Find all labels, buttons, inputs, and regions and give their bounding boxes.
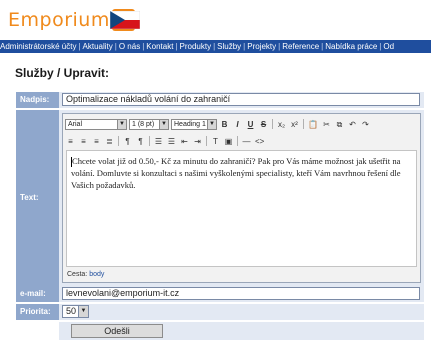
nadpis-row: Optimalizace nákladů volání do zahraničí [59,92,424,108]
font-size-select[interactable]: 1 (8 pt) ▼ [129,118,169,130]
align-left-icon[interactable]: ≡ [65,136,76,147]
bold-icon[interactable]: B [219,119,230,130]
subscript-icon[interactable]: x₂ [276,119,287,130]
nav-item-aktuality[interactable]: Aktuality [83,42,113,51]
indent-icon[interactable]: ⇥ [192,136,203,147]
align-center-icon[interactable]: ≡ [78,136,89,147]
font-size-value: 1 (8 pt) [132,120,155,128]
text-label: Text: [16,110,59,286]
nadpis-label: Nadpis: [16,92,59,108]
priorita-value: 50 [66,306,77,316]
priorita-row: 50 ▼ [59,304,424,320]
header: Emporium IT [0,0,431,40]
editor-content[interactable]: Chcete volat již od 0.50,- Kč za minutu … [66,150,417,267]
submit-row: Odešli [59,322,424,340]
email-label: e-mail: [16,286,59,302]
format-select[interactable]: Heading 1 ▼ [171,118,217,130]
underline-icon[interactable]: U [245,119,256,130]
source-code-icon[interactable]: <> [254,136,265,147]
redo-icon[interactable]: ↷ [360,119,371,130]
editor-text: Chcete volat již od 0.50,- Kč za minutu … [71,156,401,191]
nav-item-nabidka-prace[interactable]: Nabídka práce [325,42,377,51]
nav-item-admin[interactable]: Administrátorské účty [0,42,76,51]
strikethrough-icon[interactable]: S [258,119,269,130]
background-color-icon[interactable]: ▣ [223,136,234,147]
text-row: Arial ▼ 1 (8 pt) ▼ Heading 1 ▼ B I U S x… [59,110,424,286]
submit-button[interactable]: Odešli [71,324,163,338]
justify-icon[interactable]: ≣ [104,136,115,147]
nav-item-kontakt[interactable]: Kontakt [146,42,173,51]
path-body-link[interactable]: body [89,271,104,278]
chevron-down-icon: ▼ [207,119,216,129]
toolbar-separator [206,136,207,146]
toolbar-separator [237,136,238,146]
toolbar-separator [272,119,273,129]
horizontal-rule-icon[interactable]: — [241,136,252,147]
chevron-down-icon: ▼ [159,119,168,129]
nadpis-input[interactable]: Optimalizace nákladů volání do zahraničí [62,93,420,106]
czech-flag-icon[interactable] [110,11,140,29]
page-title: Služby / Upravit: [15,66,110,80]
toolbar-separator [303,119,304,129]
nav-item-sluzby[interactable]: Služby [217,42,241,51]
undo-icon[interactable]: ↶ [347,119,358,130]
priorita-select[interactable]: 50 ▼ [62,305,89,318]
ltr-icon[interactable]: ¶ [122,136,133,147]
nav-item-projekty[interactable]: Projekty [247,42,276,51]
unordered-list-icon[interactable]: ☰ [166,136,177,147]
logo-text: Emporium [8,9,110,31]
chevron-down-icon: ▼ [78,306,88,317]
editor-toolbar-row-1: Arial ▼ 1 (8 pt) ▼ Heading 1 ▼ B I U S x… [65,117,371,131]
rich-text-editor: Arial ▼ 1 (8 pt) ▼ Heading 1 ▼ B I U S x… [62,113,421,283]
paste-icon[interactable]: 📋 [307,119,319,130]
nav-item-reference[interactable]: Reference [282,42,319,51]
italic-icon[interactable]: I [232,119,243,130]
email-input[interactable]: levnevolani@emporium-it.cz [62,287,420,300]
font-family-select[interactable]: Arial ▼ [65,118,127,130]
main-nav: Administrátorské účty | Aktuality | O nás | Ko… [0,40,431,53]
editor-toolbar-row-2: ≡ ≡ ≡ ≣ ¶ ¶ ☰ ☰ ⇤ ⇥ T ▣ — <> [65,134,265,148]
nav-item-produkty[interactable]: Produkty [180,42,212,51]
nav-item-od[interactable]: Od [383,42,394,51]
email-row: levnevolani@emporium-it.cz [59,286,424,302]
ordered-list-icon[interactable]: ☰ [153,136,164,147]
superscript-icon[interactable]: x² [289,119,300,130]
toolbar-separator [118,136,119,146]
rtl-icon[interactable]: ¶ [135,136,146,147]
chevron-down-icon: ▼ [117,119,126,129]
nav-item-o-nas[interactable]: O nás [119,42,140,51]
copy-icon[interactable]: ⧉ [334,119,345,130]
cut-icon[interactable]: ✂ [321,119,332,130]
text-color-icon[interactable]: T [210,136,221,147]
path-label: Cesta: [67,271,88,278]
editor-statusbar: Cesta: body [67,271,104,278]
priorita-label: Priorita: [16,304,59,320]
font-family-value: Arial [68,120,83,128]
align-right-icon[interactable]: ≡ [91,136,102,147]
format-value: Heading 1 [174,120,206,128]
outdent-icon[interactable]: ⇤ [179,136,190,147]
toolbar-separator [149,136,150,146]
